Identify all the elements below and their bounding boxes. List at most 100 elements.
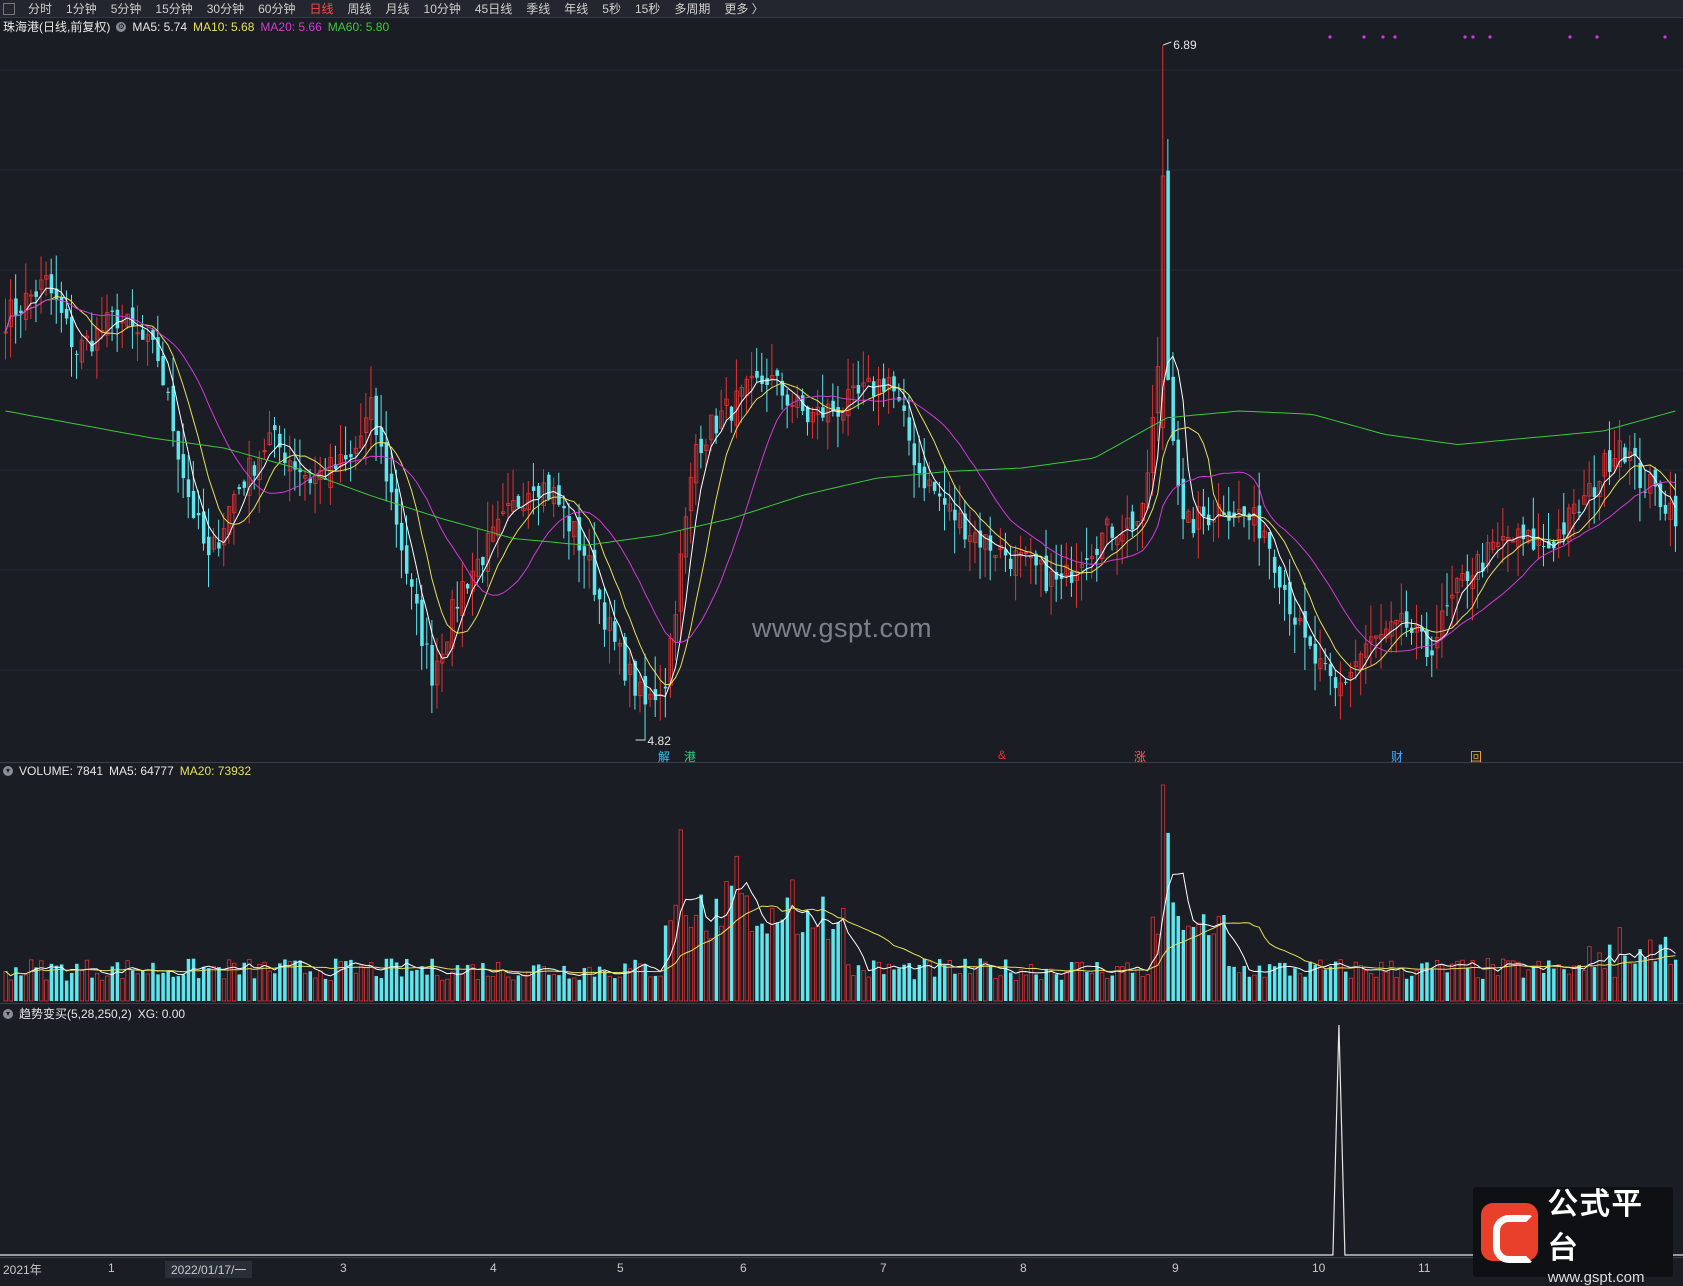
volume-bar <box>1627 963 1633 1002</box>
volume-bar <box>516 975 521 1001</box>
volume-bar <box>415 969 419 1001</box>
volume-bar <box>1430 969 1434 1001</box>
volume-bar <box>247 958 252 1002</box>
candle-body <box>69 316 74 348</box>
volume-bar <box>953 973 957 1001</box>
candle-body <box>902 405 906 411</box>
volume-bar <box>374 976 379 1001</box>
volume-bar <box>1552 968 1556 1001</box>
candle-body <box>912 443 917 466</box>
event-marker-zhang[interactable]: 涨 <box>1134 748 1146 765</box>
volume-bar <box>973 965 978 1002</box>
logo-icon <box>1481 1203 1538 1263</box>
volume-bar <box>1278 962 1282 1001</box>
volume-bar <box>775 922 780 1001</box>
volume-bar <box>1485 958 1491 1002</box>
event-marker-and[interactable]: & <box>998 748 1006 762</box>
volume-bar <box>410 970 414 1001</box>
volume-bar <box>521 974 526 1002</box>
candle-body <box>1181 478 1186 520</box>
volume-bar <box>617 976 623 1002</box>
volume-bar <box>64 980 69 1001</box>
volume-bar <box>135 973 140 1002</box>
volume-bar <box>1663 936 1668 1001</box>
candle-body <box>943 498 947 505</box>
candle-body <box>273 425 277 431</box>
high-pointer <box>1163 41 1172 46</box>
volume-bar <box>252 978 257 1001</box>
candle-body <box>1166 170 1170 380</box>
event-marker-gang[interactable]: 港 <box>684 748 696 765</box>
candle-body <box>1191 519 1196 534</box>
x-axis-label: 4 <box>490 1261 497 1275</box>
volume-bar <box>1145 974 1150 1002</box>
volume-bar <box>430 958 434 1001</box>
volume-bar <box>120 978 125 1002</box>
volume-bar <box>531 965 536 1001</box>
volume-bar <box>907 963 911 1001</box>
volume-bar <box>151 962 155 1001</box>
candle-body <box>176 431 181 460</box>
volume-bar <box>501 970 506 1002</box>
volume-bar <box>313 977 318 1002</box>
candle-body <box>166 391 170 393</box>
volume-bar <box>1160 784 1166 1002</box>
event-marker-jie[interactable]: 解 <box>658 748 670 765</box>
volume-bar <box>161 972 165 1001</box>
volume-bar <box>1633 963 1637 1001</box>
volume-bar <box>1434 960 1440 1002</box>
candle-body <box>536 485 541 498</box>
volume-bar <box>384 958 389 1001</box>
volume-bar <box>897 968 901 1001</box>
volume-bar <box>668 920 673 1002</box>
volume-bar <box>445 978 450 1002</box>
candle-body <box>207 536 211 556</box>
candle-body <box>547 474 551 499</box>
candle-body <box>1267 532 1272 549</box>
volume-bar <box>810 927 815 1002</box>
candle-body <box>1328 664 1333 677</box>
volume-bar <box>947 959 952 1002</box>
volume-bar <box>44 979 49 1002</box>
volume-bar <box>379 978 384 1001</box>
volume-bar <box>1475 977 1480 1002</box>
volume-bar <box>90 977 94 1001</box>
candle-body <box>186 479 191 498</box>
volume-bar <box>755 925 759 1001</box>
candle-body <box>567 516 571 532</box>
volume-bar <box>28 959 34 1002</box>
volume-bar <box>191 958 196 1001</box>
candle-body <box>1445 605 1450 607</box>
volume-bar <box>790 879 795 1002</box>
volume-bar <box>1069 962 1074 1001</box>
x-axis-label: 5 <box>617 1261 624 1275</box>
volume-bar <box>176 976 181 1001</box>
event-marker-cai[interactable]: 财 <box>1391 748 1403 765</box>
x-axis-label: 11 <box>1418 1261 1431 1275</box>
volume-bar <box>1592 967 1597 1001</box>
volume-bar <box>1039 979 1044 1002</box>
volume-bar <box>1099 972 1105 1002</box>
volume-bar <box>1328 966 1333 1001</box>
candle-body <box>1663 504 1668 514</box>
volume-bar <box>902 964 906 1001</box>
candle-body <box>988 535 993 551</box>
volume-bar <box>1648 939 1653 1002</box>
candle-body <box>1323 663 1328 665</box>
volume-bar <box>511 979 516 1002</box>
volume-bar <box>39 960 44 1002</box>
volume-bar <box>1495 975 1501 1002</box>
candle-body <box>425 643 429 645</box>
volume-bar <box>1085 972 1089 1001</box>
volume-bar <box>856 965 861 1001</box>
event-marker-hui[interactable]: 回 <box>1470 748 1482 765</box>
x-axis-label: 2021年 <box>3 1263 42 1277</box>
candle-body <box>765 378 769 385</box>
candle-body <box>1638 462 1642 488</box>
volume-bar <box>84 959 90 1002</box>
volume-bar <box>1176 916 1180 1001</box>
candle-body <box>531 486 536 491</box>
volume-bar <box>358 965 364 1002</box>
volume-bar <box>303 972 308 1002</box>
candle-body <box>394 488 399 525</box>
